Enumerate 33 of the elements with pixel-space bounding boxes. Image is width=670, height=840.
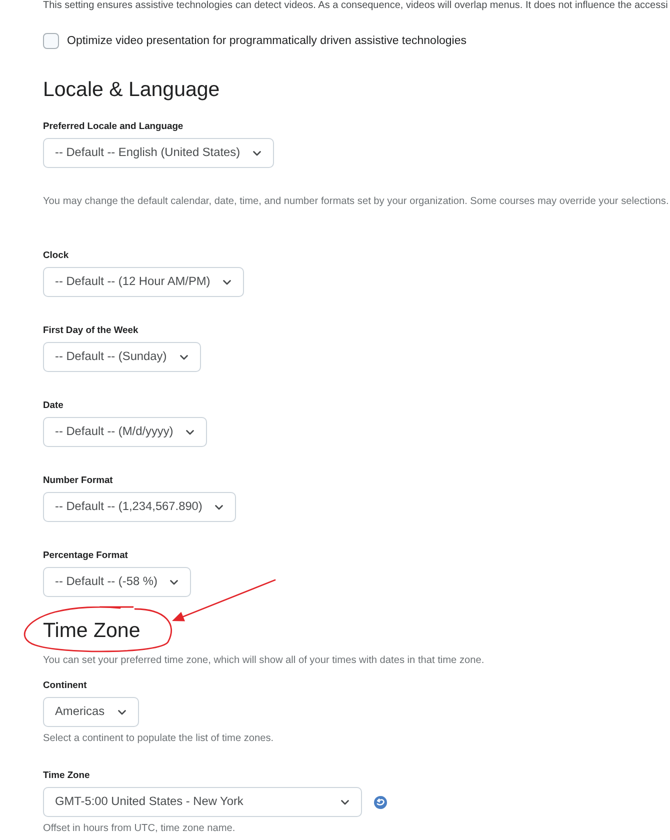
dropdown[interactable]: -- Default -- (Sunday) bbox=[43, 342, 201, 372]
intro-text: This setting ensures assistive technologies can detect videos. As a consequence, videos will overlap menus. It does not influence the accessi bbox=[43, 0, 669, 12]
chevron-down-icon bbox=[253, 150, 262, 156]
field-label: Preferred Locale and Language bbox=[43, 120, 184, 132]
description-text: You can set your preferred time zone, which will show all of your times with dates in that time zone. bbox=[43, 655, 486, 667]
dropdown[interactable]: -- Default -- English (United States) bbox=[43, 138, 274, 168]
field-label: Percentage Format bbox=[43, 549, 129, 561]
field-label: Date bbox=[43, 399, 64, 411]
section-heading: Time Zone bbox=[43, 619, 142, 643]
field-label: Number Format bbox=[43, 474, 114, 486]
checkbox[interactable] bbox=[43, 33, 59, 49]
chevron-down-icon bbox=[341, 800, 349, 804]
dropdown[interactable]: GMT-5:00 United States - New York bbox=[43, 787, 362, 817]
field-label: Clock bbox=[43, 249, 70, 261]
dropdown[interactable]: Americas bbox=[43, 697, 139, 727]
helper-text: Select a continent to populate the list of time zones. bbox=[43, 733, 275, 745]
chevron-down-icon bbox=[215, 504, 224, 510]
field-label: Time Zone bbox=[43, 769, 91, 781]
field-label: First Day of the Week bbox=[43, 324, 140, 336]
section-heading: Locale & Language bbox=[43, 78, 221, 102]
helper-text: Offset in hours from UTC, time zone name. bbox=[43, 823, 236, 835]
chevron-down-icon bbox=[180, 354, 188, 360]
chevron-down-icon bbox=[170, 580, 178, 584]
dropdown[interactable]: -- Default -- (M/d/yyyy) bbox=[43, 417, 208, 447]
chevron-down-icon bbox=[223, 280, 232, 284]
description-text: You may change the default calendar, date, time, and number formats set by your organization. Some courses may override your selections. bbox=[43, 196, 670, 208]
dropdown[interactable]: -- Default -- (12 Hour AM/PM) bbox=[43, 267, 244, 297]
field-label: Continent bbox=[43, 679, 88, 691]
checkbox-label: Optimize video presentation for programmatically driven assistive technologies bbox=[67, 34, 466, 48]
chevron-down-icon bbox=[118, 710, 126, 714]
dropdown[interactable]: -- Default -- (-58 %) bbox=[43, 567, 192, 597]
chevron-down-icon bbox=[186, 430, 194, 434]
dropdown[interactable]: -- Default -- (1,234,567.890) bbox=[43, 492, 236, 522]
